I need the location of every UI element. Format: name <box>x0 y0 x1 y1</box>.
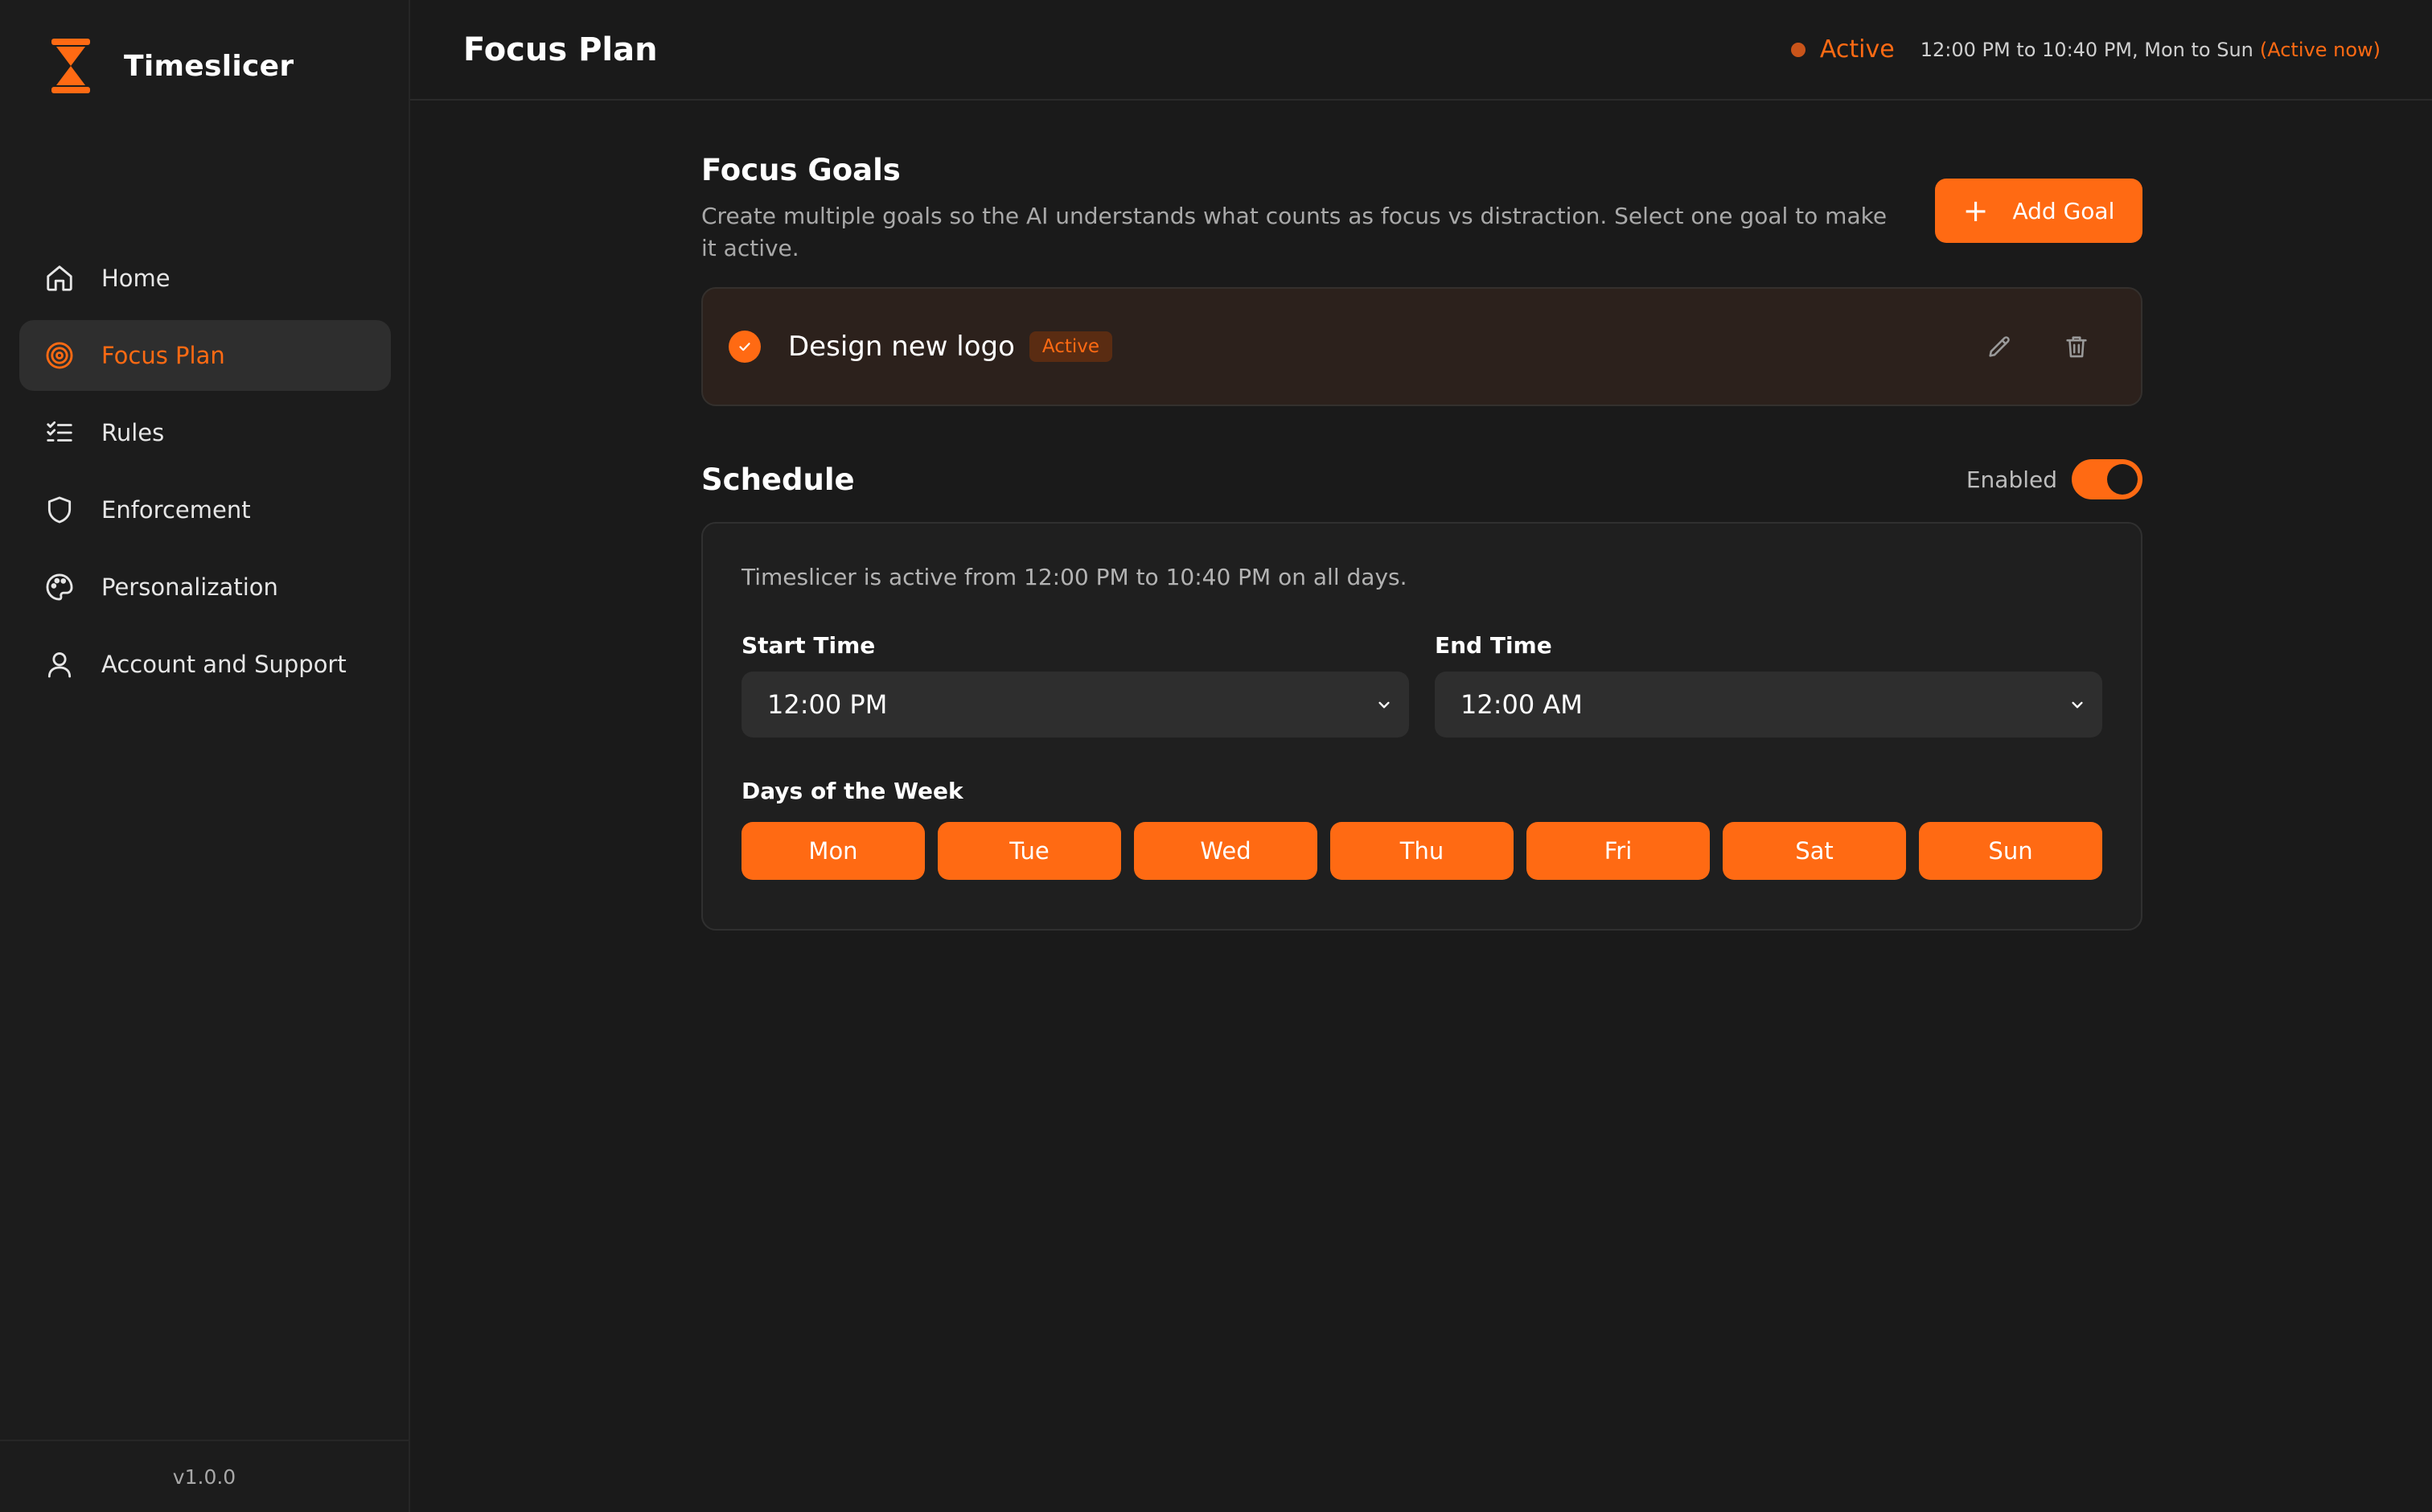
enabled-label: Enabled <box>1966 466 2057 493</box>
start-time-value: 12:00 PM <box>767 689 888 720</box>
schedule-card: Timeslicer is active from 12:00 PM to 10… <box>701 522 2142 931</box>
status-label: Active <box>1819 35 1895 64</box>
sidebar-item-label: Rules <box>101 419 165 446</box>
version-label: v1.0.0 <box>0 1440 409 1512</box>
sidebar-nav: Home Focus Plan Rules Enforcement Person… <box>19 243 391 706</box>
schedule-header: Schedule Enabled <box>701 459 2142 499</box>
status-active-now: (Active now) <box>2259 38 2381 61</box>
time-row: Start Time 12:00 PM End Time 12:00 AM <box>742 632 2102 738</box>
main-area: Focus Plan Active 12:00 PM to 10:40 PM, … <box>410 0 2432 1512</box>
end-time-value: 12:00 AM <box>1460 689 1583 720</box>
focus-goals-header: Focus Goals Create multiple goals so the… <box>701 153 2142 265</box>
sidebar-item-focus-plan[interactable]: Focus Plan <box>19 320 391 391</box>
sidebar-item-label: Account and Support <box>101 651 347 678</box>
day-toggle-tue[interactable]: Tue <box>938 822 1121 880</box>
focus-goals-description: Create multiple goals so the AI understa… <box>701 203 1888 261</box>
chevron-down-icon <box>1378 701 1390 709</box>
focus-plan-content: Focus Goals Create multiple goals so the… <box>701 153 2142 931</box>
sidebar-item-personalization[interactable]: Personalization <box>19 552 391 622</box>
sidebar-item-rules[interactable]: Rules <box>19 397 391 468</box>
sidebar: Timeslicer Home Focus Plan Rules Enforce… <box>0 0 410 1512</box>
toggle-knob <box>2107 464 2138 495</box>
plus-icon: + <box>1962 193 1989 228</box>
focus-goals-heading-group: Focus Goals Create multiple goals so the… <box>701 153 1892 265</box>
schedule-title: Schedule <box>701 462 855 497</box>
palette-icon <box>43 571 76 603</box>
day-toggle-wed[interactable]: Wed <box>1134 822 1317 880</box>
goal-item[interactable]: Design new logo Active <box>701 287 2142 406</box>
checklist-icon <box>43 417 76 449</box>
pencil-icon <box>1989 336 2010 357</box>
target-icon <box>43 339 76 372</box>
shield-icon <box>43 494 76 526</box>
sidebar-item-enforcement[interactable]: Enforcement <box>19 475 391 545</box>
end-time-label: End Time <box>1435 632 1552 659</box>
top-bar: Focus Plan Active 12:00 PM to 10:40 PM, … <box>410 0 2432 101</box>
day-toggle-fri[interactable]: Fri <box>1526 822 1710 880</box>
brand[interactable]: Timeslicer <box>45 37 294 95</box>
user-icon <box>43 648 76 680</box>
sidebar-item-account-support[interactable]: Account and Support <box>19 629 391 700</box>
delete-goal-button[interactable] <box>2057 327 2096 366</box>
focus-goals-title: Focus Goals <box>701 153 901 187</box>
schedule-enabled-control: Enabled <box>1966 459 2142 499</box>
sidebar-item-home[interactable]: Home <box>19 243 391 314</box>
hourglass-logo-icon <box>45 37 97 95</box>
page-title: Focus Plan <box>463 31 658 68</box>
add-goal-button[interactable]: + Add Goal <box>1935 179 2142 243</box>
schedule-summary: Timeslicer is active from 12:00 PM to 10… <box>742 564 1407 590</box>
day-toggle-sat[interactable]: Sat <box>1723 822 1906 880</box>
schedule-enabled-toggle[interactable] <box>2072 459 2142 499</box>
app-name: Timeslicer <box>124 49 294 83</box>
days-of-week-row: Mon Tue Wed Thu Fri Sat Sun <box>742 822 2102 880</box>
sidebar-item-label: Focus Plan <box>101 342 225 369</box>
edit-goal-button[interactable] <box>1980 327 2019 366</box>
status-range: 12:00 PM to 10:40 PM, Mon to Sun <box>1920 38 2253 61</box>
days-of-week-label: Days of the Week <box>742 778 963 804</box>
status-indicator: Active 12:00 PM to 10:40 PM, Mon to Sun … <box>1790 35 2381 64</box>
check-circle-icon[interactable] <box>729 331 761 363</box>
status-dot-icon <box>1790 42 1806 57</box>
start-time-select[interactable]: 12:00 PM <box>742 672 1409 738</box>
day-toggle-thu[interactable]: Thu <box>1330 822 1514 880</box>
home-icon <box>43 262 76 294</box>
sidebar-item-label: Enforcement <box>101 496 251 524</box>
add-goal-label: Add Goal <box>2012 197 2115 224</box>
goal-name: Design new logo <box>788 331 1015 363</box>
day-toggle-mon[interactable]: Mon <box>742 822 925 880</box>
end-time-select[interactable]: 12:00 AM <box>1435 672 2102 738</box>
goal-actions <box>1980 327 2096 366</box>
app-window: Timeslicer Home Focus Plan Rules Enforce… <box>0 0 2432 1512</box>
start-time-label: Start Time <box>742 632 876 659</box>
start-time-field: Start Time 12:00 PM <box>742 632 1409 738</box>
end-time-field: End Time 12:00 AM <box>1435 632 2102 738</box>
day-toggle-sun[interactable]: Sun <box>1919 822 2102 880</box>
trash-icon <box>2066 336 2087 358</box>
sidebar-item-label: Personalization <box>101 573 278 601</box>
sidebar-item-label: Home <box>101 265 170 292</box>
goal-active-badge: Active <box>1029 331 1113 362</box>
chevron-down-icon <box>2072 701 2083 709</box>
